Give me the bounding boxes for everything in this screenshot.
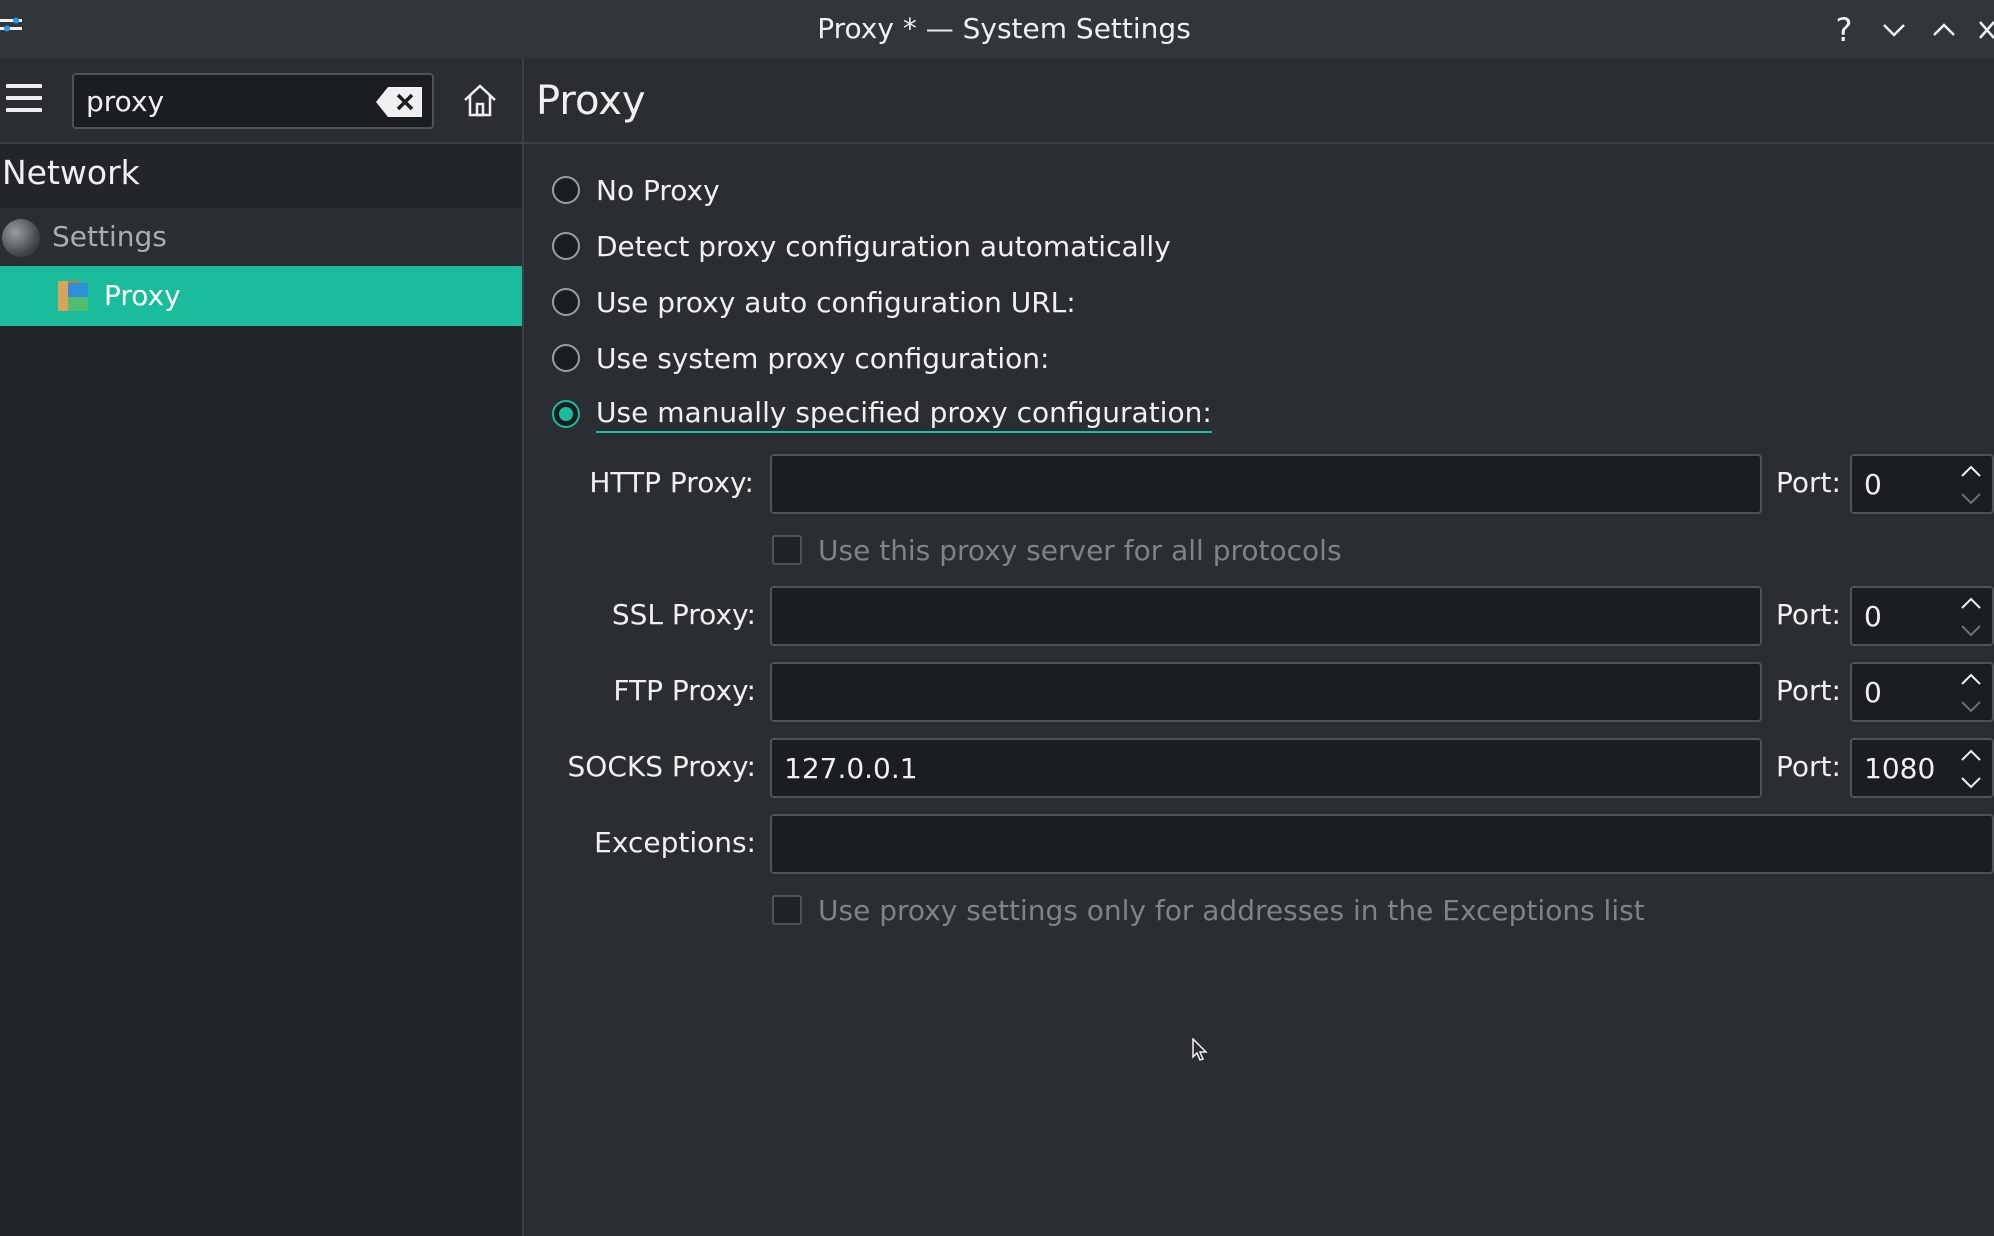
spin-up-icon[interactable] bbox=[1958, 462, 1984, 482]
spin-up-icon[interactable] bbox=[1958, 594, 1984, 614]
spin-up-icon[interactable] bbox=[1958, 670, 1984, 690]
exceptions-label: Exceptions: bbox=[594, 826, 756, 859]
ftp-port-spinbox[interactable]: 0 bbox=[1850, 662, 1994, 722]
radio-button-checked[interactable] bbox=[552, 400, 580, 428]
globe-icon bbox=[2, 219, 40, 257]
spin-down-icon[interactable] bbox=[1958, 772, 1984, 792]
sidebar-item-settings[interactable]: Settings bbox=[0, 208, 522, 266]
proxy-icon bbox=[58, 281, 88, 311]
socks-proxy-label: SOCKS Proxy: bbox=[567, 750, 757, 783]
ftp-port-value: 0 bbox=[1864, 676, 1882, 709]
socks-port-spinbox[interactable]: 1080 bbox=[1850, 738, 1994, 798]
socks-port-label: Port: bbox=[1776, 750, 1841, 783]
page-title: Proxy bbox=[536, 78, 646, 124]
radio-label: No Proxy bbox=[596, 173, 720, 207]
http-port-spinbox[interactable]: 0 bbox=[1850, 454, 1994, 514]
ftp-port-label: Port: bbox=[1776, 674, 1841, 707]
checkbox-exceptions-only[interactable]: Use proxy settings only for addresses in… bbox=[772, 890, 1645, 930]
checkbox[interactable] bbox=[772, 895, 802, 925]
title-bar: Proxy * — System Settings ? bbox=[0, 0, 1994, 58]
spin-down-icon[interactable] bbox=[1958, 620, 1984, 640]
minimize-icon[interactable] bbox=[1874, 10, 1914, 50]
search-input-value: proxy bbox=[86, 85, 165, 118]
close-icon[interactable] bbox=[1970, 10, 1994, 50]
sidebar-item-label: Proxy bbox=[104, 279, 181, 312]
radio-no-proxy[interactable]: No Proxy bbox=[552, 170, 720, 210]
http-proxy-input[interactable] bbox=[770, 454, 1762, 514]
ssl-proxy-input[interactable] bbox=[770, 586, 1762, 646]
sidebar-divider[interactable] bbox=[522, 58, 524, 1236]
spin-up-icon[interactable] bbox=[1958, 746, 1984, 766]
checkbox-label: Use this proxy server for all protocols bbox=[818, 533, 1342, 567]
ftp-proxy-input[interactable] bbox=[770, 662, 1762, 722]
mouse-cursor-icon bbox=[1192, 1038, 1208, 1061]
clear-search-icon[interactable] bbox=[376, 87, 422, 117]
radio-system-proxy[interactable]: Use system proxy configuration: bbox=[552, 338, 1049, 378]
sidebar: proxy Network Settings Proxy bbox=[0, 58, 522, 1236]
ssl-proxy-label: SSL Proxy: bbox=[611, 598, 756, 631]
radio-button[interactable] bbox=[552, 232, 580, 260]
maximize-icon[interactable] bbox=[1924, 10, 1964, 50]
checkbox-label: Use proxy settings only for addresses in… bbox=[818, 893, 1645, 927]
checkbox-all-protocols[interactable]: Use this proxy server for all protocols bbox=[772, 530, 1342, 570]
section-title-network: Network bbox=[2, 153, 140, 192]
socks-proxy-value: 127.0.0.1 bbox=[784, 752, 918, 785]
radio-label: Use manually specified proxy configurati… bbox=[596, 396, 1212, 433]
http-proxy-label: HTTP Proxy: bbox=[589, 466, 754, 499]
main-header: Proxy bbox=[524, 58, 1994, 144]
http-port-label: Port: bbox=[1776, 466, 1841, 499]
radio-auto-config-url[interactable]: Use proxy auto configuration URL: bbox=[552, 282, 1076, 322]
sidebar-item-proxy[interactable]: Proxy bbox=[0, 266, 522, 326]
socks-proxy-input[interactable]: 127.0.0.1 bbox=[770, 738, 1762, 798]
exceptions-input[interactable] bbox=[770, 814, 1994, 874]
ssl-port-label: Port: bbox=[1776, 598, 1841, 631]
http-port-value: 0 bbox=[1864, 468, 1882, 501]
hamburger-menu-icon[interactable] bbox=[6, 84, 42, 114]
sidebar-header: proxy bbox=[0, 58, 522, 144]
radio-label: Detect proxy configuration automatically bbox=[596, 229, 1171, 263]
spin-down-icon[interactable] bbox=[1958, 696, 1984, 716]
sidebar-item-label: Settings bbox=[52, 220, 167, 253]
help-icon[interactable]: ? bbox=[1824, 10, 1864, 50]
socks-port-value: 1080 bbox=[1864, 752, 1936, 785]
home-icon[interactable] bbox=[462, 82, 498, 118]
spin-down-icon[interactable] bbox=[1958, 488, 1984, 508]
ssl-port-value: 0 bbox=[1864, 600, 1882, 633]
ssl-port-spinbox[interactable]: 0 bbox=[1850, 586, 1994, 646]
window-title: Proxy * — System Settings bbox=[817, 12, 1191, 45]
search-input[interactable]: proxy bbox=[72, 73, 434, 129]
radio-detect-automatically[interactable]: Detect proxy configuration automatically bbox=[552, 226, 1171, 266]
checkbox[interactable] bbox=[772, 535, 802, 565]
radio-manual-proxy[interactable]: Use manually specified proxy configurati… bbox=[552, 394, 1212, 434]
radio-button[interactable] bbox=[552, 176, 580, 204]
radio-label: Use proxy auto configuration URL: bbox=[596, 285, 1076, 319]
ftp-proxy-label: FTP Proxy: bbox=[613, 674, 756, 707]
radio-button[interactable] bbox=[552, 344, 580, 372]
radio-button[interactable] bbox=[552, 288, 580, 316]
radio-label: Use system proxy configuration: bbox=[596, 341, 1050, 375]
